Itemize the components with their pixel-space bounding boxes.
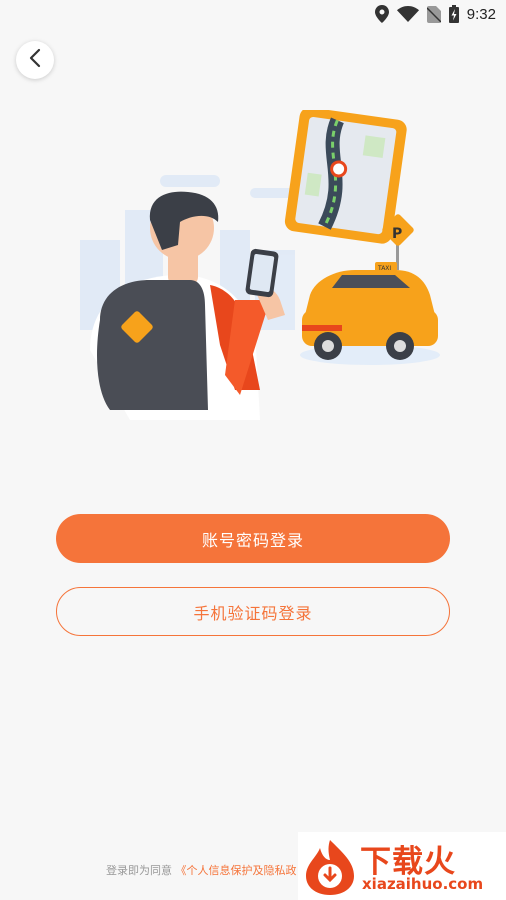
agreement-text: 登录即为同意 《个人信息保护及隐私政 (106, 862, 297, 878)
clock: 9:32 (466, 5, 496, 23)
chevron-left-icon (28, 48, 42, 72)
watermark: 下载火 xiazaihuo.com (298, 832, 506, 900)
sim-absent-icon (426, 5, 441, 23)
status-bar: 9:32 (0, 0, 506, 28)
privacy-policy-link[interactable]: 《个人信息保护及隐私政 (176, 864, 297, 877)
password-login-button[interactable]: 账号密码登录 (56, 514, 450, 563)
back-button[interactable] (16, 41, 54, 79)
wifi-icon (396, 6, 419, 22)
traveler-taxi-illustration: P TAXI (70, 107, 440, 430)
watermark-subtitle: xiazaihuo.com (362, 875, 484, 893)
battery-charging-icon (448, 5, 459, 23)
sms-login-button[interactable]: 手机验证码登录 (56, 587, 450, 636)
taxi-roof-text: TAXI (377, 265, 391, 272)
parking-sign-text: P (392, 226, 402, 242)
location-icon (374, 5, 389, 23)
agreement-prefix: 登录即为同意 (106, 864, 172, 877)
flame-logo-icon (302, 838, 358, 900)
